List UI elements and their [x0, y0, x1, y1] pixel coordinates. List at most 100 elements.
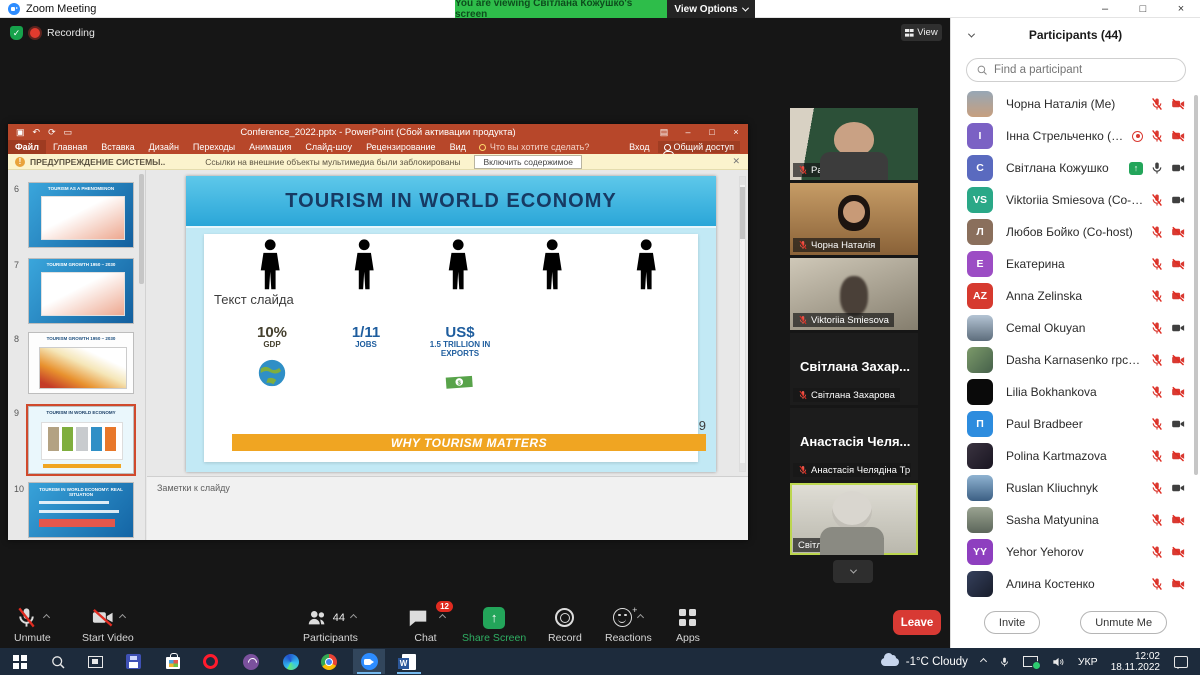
slide-thumbnail[interactable]: TOURISM GROWTH 1950 – 2030	[28, 258, 134, 324]
chevron-up-icon[interactable]	[350, 614, 357, 621]
start-button[interactable]	[4, 649, 36, 674]
chevron-up-icon[interactable]	[43, 614, 50, 621]
word-icon[interactable]	[393, 649, 425, 674]
search-button[interactable]	[42, 649, 74, 674]
microsoft-store-icon[interactable]	[157, 649, 189, 674]
chevron-down-icon[interactable]	[968, 30, 975, 37]
ribbon-tab-файл[interactable]: Файл	[8, 140, 46, 154]
apps-button[interactable]: Apps	[676, 605, 700, 644]
video-tile[interactable]: Світлана Кожушко	[790, 483, 918, 555]
participant-row[interactable]: Cemal Okuyan	[951, 312, 1195, 344]
language-indicator[interactable]: УКР	[1078, 656, 1098, 668]
close-button[interactable]: ×	[1166, 0, 1196, 18]
reactions-button[interactable]: + Reactions	[605, 605, 652, 644]
ribbon-display-options-icon[interactable]: ▤	[652, 127, 676, 138]
save-icon[interactable]: ▣	[16, 127, 25, 138]
participant-row[interactable]: AZAnna Zelinska	[951, 280, 1195, 312]
chat-button[interactable]: 12 Chat	[406, 605, 445, 644]
participant-row[interactable]: Ruslan Kliuchnyk	[951, 472, 1195, 504]
maximize-button[interactable]: □	[1128, 0, 1158, 18]
redo-icon[interactable]: ⟳	[48, 127, 56, 138]
video-tile[interactable]: Світлана Захар...Світлана Захарова	[790, 333, 918, 405]
slide-thumbnail[interactable]: TOURISM IN WORLD ECONOMY: REAL SITUATION	[28, 482, 134, 538]
action-center-icon[interactable]	[1174, 656, 1188, 668]
ribbon-tab-анимация[interactable]: Анимация	[242, 140, 298, 154]
save-app-icon[interactable]	[117, 649, 149, 674]
scrollbar-thumb[interactable]	[740, 187, 745, 239]
participant-row[interactable]: CСвітлана Кожушко↑	[951, 152, 1195, 184]
slide-notes-area[interactable]: Заметки к слайду	[147, 476, 748, 540]
start-video-button[interactable]: Start Video	[82, 605, 134, 644]
weather-text[interactable]: -1°C Cloudy	[906, 656, 968, 668]
slide-thumbnail[interactable]: TOURISM IN WORLD ECONOMY	[28, 406, 134, 474]
opera-icon[interactable]	[194, 649, 226, 674]
sign-in-button[interactable]: Вход	[629, 142, 649, 152]
ppt-minimize-button[interactable]: –	[676, 127, 700, 138]
scroll-down-arrow[interactable]	[740, 463, 745, 471]
current-slide[interactable]: TOURISM IN WORLD ECONOMY 10% GDP	[186, 176, 716, 472]
ribbon-tab-дизайн[interactable]: Дизайн	[142, 140, 186, 154]
slide-text-placeholder[interactable]: Текст слайда	[214, 292, 294, 307]
ppt-close-button[interactable]: ×	[724, 127, 748, 138]
participants-button[interactable]: 44 Participants	[303, 605, 358, 644]
participant-row[interactable]: EЕкатерина	[951, 248, 1195, 280]
participants-scrollbar[interactable]	[1194, 95, 1198, 475]
chevron-up-icon[interactable]	[637, 614, 644, 621]
leave-button[interactable]: Leave	[893, 610, 941, 635]
zoom-app-icon[interactable]	[353, 649, 385, 674]
minimize-button[interactable]: –	[1090, 0, 1120, 18]
warning-close-icon[interactable]: ✕	[732, 156, 740, 167]
video-tile[interactable]: Чорна Наталія	[790, 183, 918, 255]
taskbar-clock[interactable]: 12:02 18.11.2022	[1111, 651, 1160, 673]
enable-content-button[interactable]: Включить содержимое	[474, 155, 582, 169]
participant-row[interactable]: IІнна Стрельченко (Host)	[951, 120, 1195, 152]
ribbon-tab-слайд-шоу[interactable]: Слайд-шоу	[298, 140, 359, 154]
slideshow-icon[interactable]: ▭	[64, 127, 73, 138]
scroll-up-arrow[interactable]	[740, 177, 745, 185]
slide-vertical-scrollbar[interactable]	[739, 176, 746, 472]
participant-row[interactable]: VSViktoriia Smiesova (Co-host)	[951, 184, 1195, 216]
chevron-up-icon[interactable]	[119, 614, 126, 621]
edge-icon[interactable]	[275, 649, 307, 674]
ribbon-tab-переходы[interactable]: Переходы	[186, 140, 242, 154]
view-options-button[interactable]: View Options	[667, 0, 755, 18]
hidden-icons-chevron[interactable]	[981, 659, 986, 664]
participant-row[interactable]: Dasha Karnasenko rpc-21	[951, 344, 1195, 376]
cast-screen-icon[interactable]	[1023, 656, 1038, 667]
chevron-up-icon[interactable]	[439, 614, 446, 621]
tray-mic-icon[interactable]	[999, 655, 1010, 669]
participant-row[interactable]: Алина Костенко	[951, 568, 1195, 600]
participant-row[interactable]: Sasha Matyunina	[951, 504, 1195, 536]
unmute-me-button[interactable]: Unmute Me	[1080, 611, 1167, 634]
ribbon-tab-рецензирование[interactable]: Рецензирование	[359, 140, 443, 154]
share-screen-button[interactable]: ↑ Share Screen	[462, 605, 526, 644]
participant-row[interactable]: ПPaul Bradbeer	[951, 408, 1195, 440]
invite-button[interactable]: Invite	[984, 611, 1040, 634]
ribbon-tab-вставка[interactable]: Вставка	[94, 140, 141, 154]
slide-thumbnail-panel[interactable]: 6 TOURISM AS A PHENOMENON7 TOURISM GROWT…	[8, 170, 146, 540]
participant-row[interactable]: YYYehor Yehorov	[951, 536, 1195, 568]
tell-me-box[interactable]: Что вы хотите сделать?	[479, 142, 590, 152]
participant-row[interactable]: ЛЛюбов Бойко (Co-host)	[951, 216, 1195, 248]
slide-thumbnail[interactable]: TOURISM AS A PHENOMENON	[28, 182, 134, 248]
participant-search[interactable]	[966, 58, 1186, 82]
chrome-icon[interactable]	[313, 649, 345, 674]
ppt-maximize-button[interactable]: □	[700, 127, 724, 138]
video-tile[interactable]: Анастасія Челя...Анастасія Челядіна Тр..…	[790, 408, 918, 480]
ribbon-tab-главная[interactable]: Главная	[46, 140, 94, 154]
speaker-icon[interactable]	[1051, 655, 1065, 669]
participant-row[interactable]: Lilia Bokhankova	[951, 376, 1195, 408]
participant-row[interactable]: Polina Kartmazova	[951, 440, 1195, 472]
view-layout-button[interactable]: View	[901, 24, 942, 41]
video-tile[interactable]: Viktoriia Smiesova	[790, 258, 918, 330]
ribbon-tab-вид[interactable]: Вид	[443, 140, 473, 154]
security-shield-icon[interactable]: ✓	[10, 26, 23, 40]
participant-row[interactable]: Чорна Наталія (Me)	[951, 88, 1195, 120]
record-button[interactable]: Record	[548, 605, 582, 644]
undo-icon[interactable]: ↶	[33, 127, 41, 138]
task-view-button[interactable]	[79, 649, 111, 674]
viber-icon[interactable]	[235, 649, 267, 674]
share-access-button[interactable]: Общий доступ	[658, 141, 740, 153]
unmute-button[interactable]: Unmute	[14, 605, 51, 644]
video-tile[interactable]: Paul Bradbeer	[790, 108, 918, 180]
